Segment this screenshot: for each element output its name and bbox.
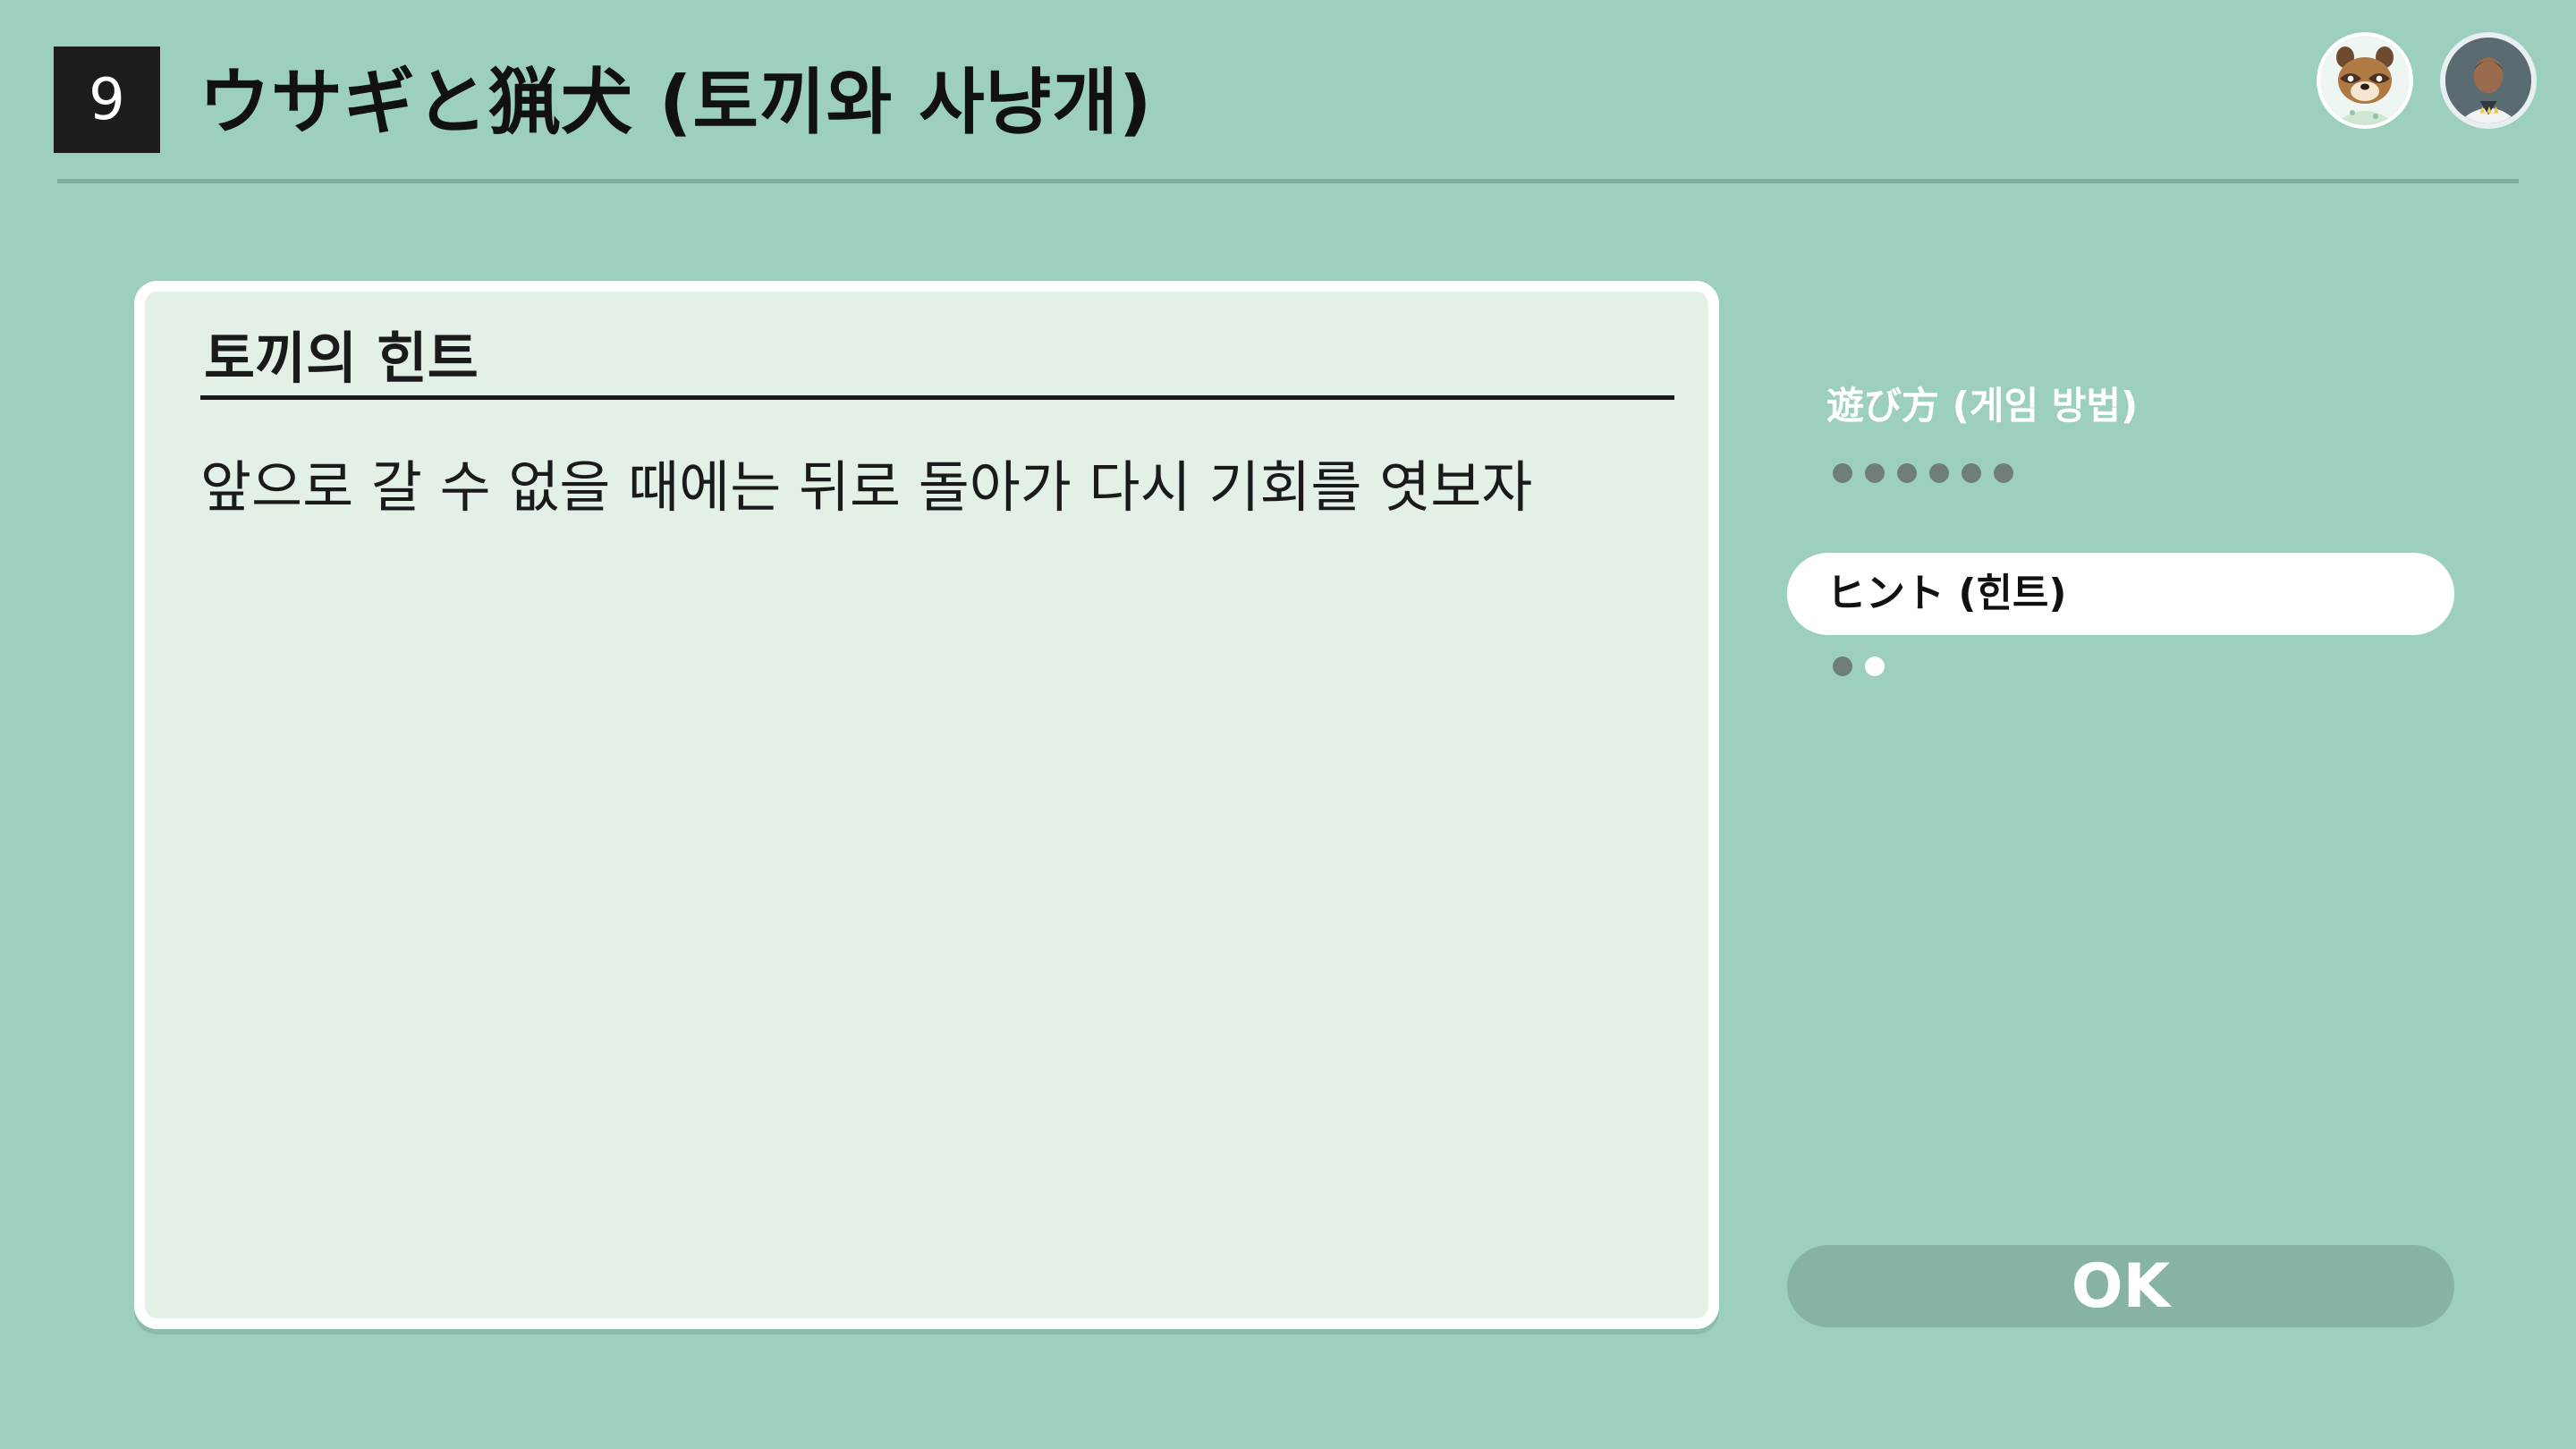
raccoon-icon (2320, 36, 2410, 125)
hint-page-dots (1833, 657, 1885, 676)
page-dot (1962, 463, 1981, 483)
page-title: ウサギと猟犬 (토끼와 사냥개) (199, 61, 1153, 144)
page-dot (1833, 463, 1852, 483)
page-dot (1865, 463, 1885, 483)
page-dot (1897, 463, 1917, 483)
panel-divider (200, 395, 1674, 400)
sidebar-item-hint-label: ヒント (힌트) (1826, 571, 2067, 616)
panel-title: 토끼의 힌트 (204, 326, 479, 391)
ok-button[interactable]: OK (1787, 1245, 2454, 1327)
how-to-play-page-dots (1833, 463, 2013, 483)
header-bar: 9 ウサギと猟犬 (토끼와 사냥개) (0, 0, 2576, 188)
page-dot (1833, 657, 1852, 676)
header-divider (57, 179, 2519, 183)
hint-panel: 토끼의 힌트 앞으로 갈 수 없을 때에는 뒤로 돌아가 다시 기회를 엿보자 (134, 281, 1719, 1329)
page-dot (1994, 463, 2013, 483)
tom-nook-avatar[interactable] (2317, 32, 2413, 129)
page-dot (1929, 463, 1949, 483)
puzzle-number-badge: 9 (54, 47, 160, 153)
sidebar-item-hint[interactable]: ヒント (힌트) (1787, 553, 2454, 635)
hint-text: 앞으로 갈 수 없을 때에는 뒤로 돌아가 다시 기회를 엿보자 (200, 454, 1533, 520)
user-avatar[interactable] (2440, 32, 2537, 129)
page-dot-current (1865, 657, 1885, 676)
person-icon (2445, 38, 2531, 123)
sidebar-item-how-to-play[interactable]: 遊び方 (게임 방법) (1826, 376, 2138, 430)
